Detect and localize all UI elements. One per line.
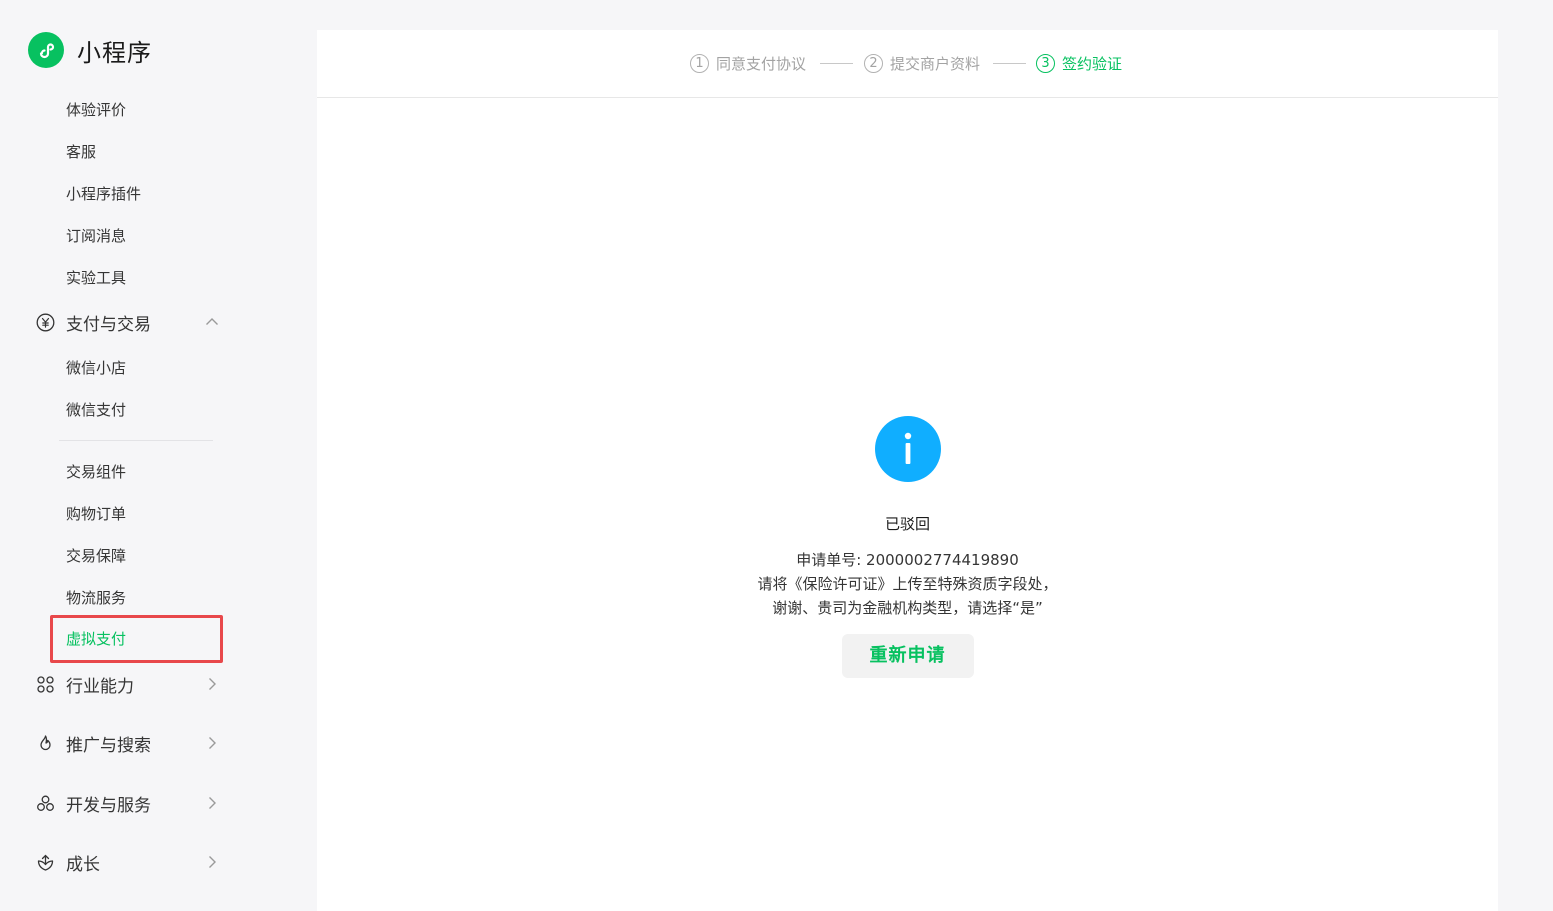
step-number: 1: [690, 53, 709, 73]
main-panel: 1 同意支付协议 2 提交商户资料 3 签约验证 已驳回 申请单号: 20000…: [317, 30, 1498, 911]
step-connector: [820, 63, 853, 64]
step-label: 签约验证: [1062, 54, 1123, 73]
chevron-right-icon: [209, 856, 216, 868]
sidebar-group-label: 成长: [66, 854, 100, 875]
rejection-reason-line: 谢谢、贵司为金融机构类型，请选择“是”: [772, 599, 1043, 617]
sidebar-item-trade-components[interactable]: 交易组件: [66, 461, 126, 483]
sidebar-group-label: 支付与交易: [66, 314, 151, 335]
sidebar-group-industry[interactable]: 行业能力: [36, 671, 220, 697]
brand-name: 小程序: [77, 38, 152, 67]
mini-program-logo-icon: [28, 32, 64, 68]
step-agree-payment-agreement: 1 同意支付协议: [690, 52, 806, 74]
step-connector: [993, 63, 1026, 64]
cubes-icon: [36, 794, 55, 813]
sidebar-item-experience-review[interactable]: 体验评价: [66, 99, 126, 121]
sidebar-item-trade-protection[interactable]: 交易保障: [66, 545, 126, 567]
step-sign-verification: 3 签约验证: [1036, 52, 1122, 74]
sidebar-item-plugins[interactable]: 小程序插件: [66, 183, 141, 205]
rejection-reason-line: 请将《保险许可证》上传至特殊资质字段处，: [757, 575, 1058, 593]
sidebar: 小程序 体验评价 客服 小程序插件 订阅消息 实验工具 支付与交易 微信小店 微…: [0, 0, 317, 911]
sidebar-item-wechat-shop[interactable]: 微信小店: [66, 357, 126, 379]
step-label: 同意支付协议: [716, 54, 807, 73]
sidebar-group-label: 开发与服务: [66, 795, 151, 816]
reapply-button[interactable]: 重新申请: [841, 634, 974, 678]
sidebar-item-logistics[interactable]: 物流服务: [66, 587, 126, 609]
result-panel: 已驳回 申请单号: 2000002774419890 请将《保险许可证》上传至特…: [317, 416, 1498, 678]
sidebar-group-payment[interactable]: 支付与交易: [36, 309, 220, 335]
sidebar-divider: [59, 440, 213, 441]
chevron-right-icon: [209, 678, 216, 690]
growth-icon: [36, 853, 55, 872]
sidebar-group-development[interactable]: 开发与服务: [36, 790, 220, 816]
sidebar-item-subscribe-messages[interactable]: 订阅消息: [66, 225, 126, 247]
industry-icon: [36, 675, 55, 694]
highlight-annotation-box: [50, 615, 223, 663]
sidebar-item-lab-tools[interactable]: 实验工具: [66, 267, 126, 289]
sidebar-group-label: 行业能力: [66, 676, 134, 697]
chevron-up-icon: [206, 318, 218, 325]
application-number: 申请单号: 2000002774419890: [796, 551, 1019, 569]
info-icon: [874, 416, 941, 482]
sidebar-item-customer-service[interactable]: 客服: [66, 141, 96, 163]
yen-icon: [36, 313, 55, 332]
chevron-right-icon: [209, 797, 216, 809]
sidebar-item-wechat-pay[interactable]: 微信支付: [66, 399, 126, 421]
result-description: 申请单号: 2000002774419890 请将《保险许可证》上传至特殊资质字…: [317, 548, 1498, 620]
flame-icon: [36, 734, 55, 753]
sidebar-item-shopping-orders[interactable]: 购物订单: [66, 503, 126, 525]
progress-stepper: 1 同意支付协议 2 提交商户资料 3 签约验证: [317, 30, 1498, 98]
brand[interactable]: 小程序: [28, 32, 152, 68]
step-label: 提交商户资料: [890, 54, 981, 73]
step-submit-merchant-info: 2 提交商户资料: [864, 52, 980, 74]
sidebar-group-promotion[interactable]: 推广与搜索: [36, 730, 220, 756]
chevron-right-icon: [209, 737, 216, 749]
step-number: 3: [1036, 53, 1055, 73]
sidebar-group-growth[interactable]: 成长: [36, 849, 220, 875]
sidebar-group-label: 推广与搜索: [66, 735, 151, 756]
step-number: 2: [864, 53, 883, 73]
result-status: 已驳回: [884, 515, 930, 533]
